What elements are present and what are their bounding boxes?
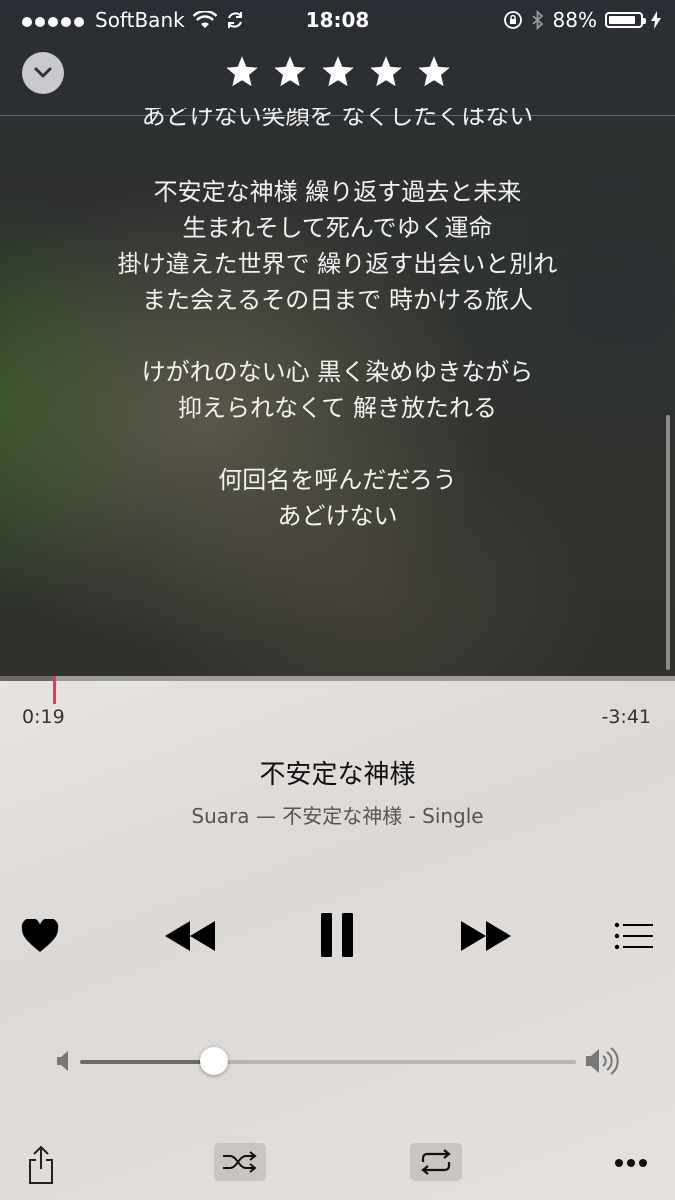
lyric-line: 不安定な神様 繰り返す過去と未来 (153, 178, 522, 206)
lyric-line: 生まれそして死んでゆく運命 (182, 214, 493, 242)
up-next-button[interactable] (612, 916, 656, 956)
status-bar: SoftBank 18:08 88% (0, 0, 675, 40)
share-icon (29, 1145, 53, 1184)
pause-button[interactable] (315, 909, 359, 961)
volume-knob[interactable] (199, 1047, 228, 1075)
player-controls: 0:19 -3:41 不安定な神様 Suara — 不安定な神様 - Singl… (0, 676, 675, 1200)
lyric-line-partial: あどけない笑顔を なくしたくはない (141, 108, 534, 130)
lyric-line: また会えるその日まで 時かける旅人 (142, 286, 533, 314)
lyrics-panel[interactable]: SoftBank 18:08 88% あどけない笑顔を なくしたくはない 不安定… (0, 0, 675, 676)
progress-track[interactable] (0, 676, 675, 681)
lyric-line: 抑えられなくて 解き放たれる (178, 394, 497, 422)
more-icon (615, 1159, 647, 1167)
volume-max-icon (586, 1047, 619, 1075)
rewind-icon (165, 921, 215, 951)
pause-icon (321, 913, 353, 957)
playhead-scrubber[interactable] (53, 676, 56, 704)
fast-forward-button[interactable] (456, 916, 516, 956)
volume-slider[interactable] (80, 1047, 576, 1075)
repeat-button[interactable] (410, 1143, 462, 1181)
star-icon[interactable] (321, 56, 354, 88)
charging-icon (651, 11, 661, 29)
star-icon[interactable] (273, 56, 306, 88)
progress-fill (0, 676, 54, 681)
rewind-button[interactable] (160, 916, 220, 956)
shuffle-button[interactable] (214, 1143, 266, 1181)
shuffle-icon (223, 1151, 257, 1173)
fast-forward-icon (461, 921, 511, 951)
volume-min-icon (57, 1051, 68, 1071)
volume-fill (80, 1060, 214, 1064)
lyric-line: あどけない (277, 502, 398, 530)
list-icon (614, 922, 653, 950)
lyrics-text: あどけない笑顔を なくしたくはない 不安定な神様 繰り返す過去と未来 生まれそし… (0, 108, 675, 534)
song-artist-album[interactable]: Suara — 不安定な神様 - Single (0, 800, 675, 829)
rotation-lock-icon (503, 11, 522, 29)
battery-percent: 88% (552, 8, 597, 32)
star-icon[interactable] (417, 56, 450, 88)
star-icon[interactable] (225, 56, 258, 88)
star-rating[interactable] (0, 56, 675, 92)
battery-icon (605, 12, 646, 28)
status-right: 88% (503, 8, 661, 32)
lyric-line: 何回名を呼んだだろう (218, 466, 457, 494)
lyrics-scrollbar[interactable] (666, 415, 670, 670)
battery-level (609, 16, 636, 24)
song-title: 不安定な神様 (259, 760, 416, 790)
star-icon[interactable] (369, 56, 402, 88)
bluetooth-icon (531, 10, 543, 30)
heart-icon (21, 919, 59, 952)
lyric-line: 掛け違えた世界で 繰り返す出会いと別れ (117, 250, 558, 278)
lyric-line: けがれのない心 黒く染めゆきながら (141, 358, 534, 386)
repeat-icon (421, 1149, 451, 1175)
elapsed-time: 0:19 (22, 706, 65, 728)
remaining-time: -3:41 (601, 706, 651, 728)
more-button[interactable] (610, 1150, 652, 1176)
share-button[interactable] (26, 1144, 56, 1186)
love-button[interactable] (18, 914, 62, 958)
